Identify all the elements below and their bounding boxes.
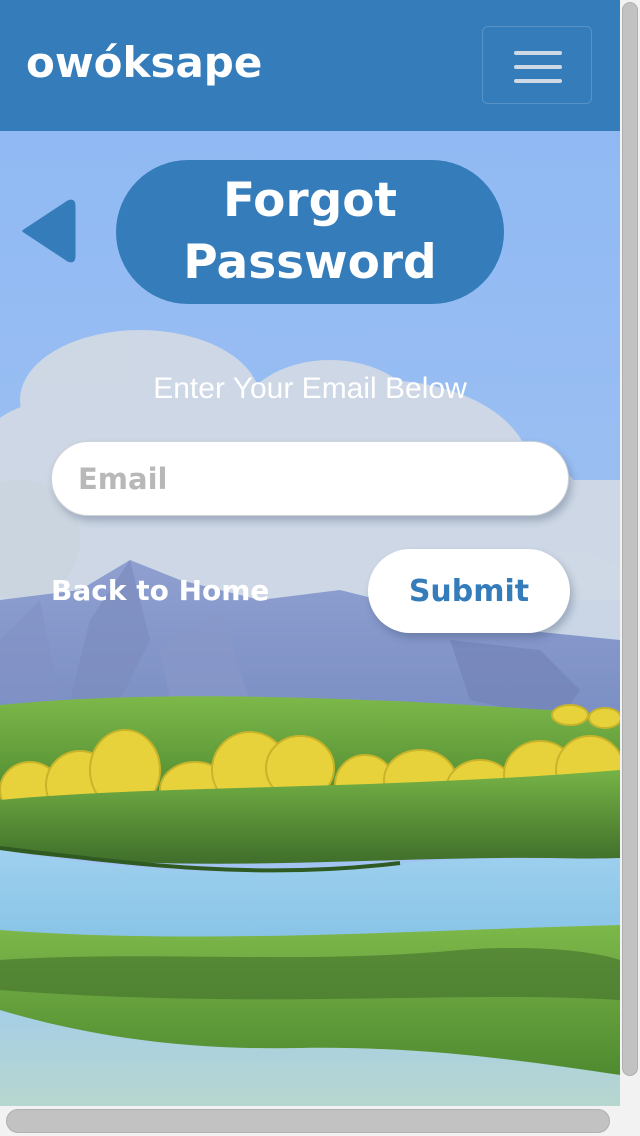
email-field[interactable] xyxy=(51,441,569,516)
brand-logo[interactable]: owóksape xyxy=(26,36,262,90)
vertical-scrollbar[interactable] xyxy=(620,0,640,1106)
top-navbar: owóksape xyxy=(0,0,620,131)
submit-button[interactable]: Submit xyxy=(368,549,570,633)
back-to-home-link[interactable]: Back to Home xyxy=(51,573,269,609)
vertical-scrollbar-thumb[interactable] xyxy=(622,2,638,1076)
page-title-banner: Forgot Password xyxy=(116,160,504,304)
page-viewport: owóksape Forgot Password Enter Your Emai… xyxy=(0,0,620,1106)
back-triangle-icon[interactable] xyxy=(20,198,76,264)
horizontal-scrollbar-thumb[interactable] xyxy=(6,1109,610,1133)
page-title: Forgot Password xyxy=(183,173,437,290)
instruction-text: Enter Your Email Below xyxy=(153,372,467,405)
scrollbar-corner xyxy=(620,1106,640,1136)
menu-toggle-button[interactable] xyxy=(482,26,592,104)
horizontal-scrollbar[interactable] xyxy=(0,1106,620,1136)
